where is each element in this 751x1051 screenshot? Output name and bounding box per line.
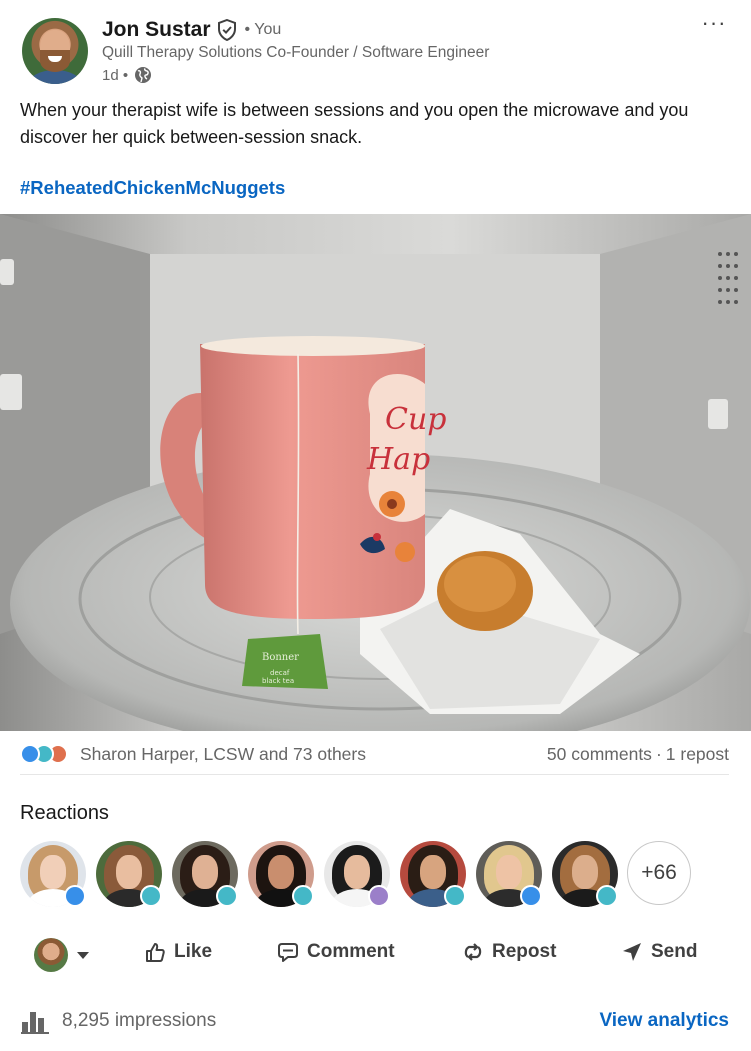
post-image[interactable]: Cup Hap Bonner decaf black tea [0,214,751,731]
repost-label: Repost [492,941,557,962]
reactor-avatar[interactable] [400,841,466,907]
more-options-button[interactable]: ··· [696,10,732,40]
analytics-bars-icon [21,1012,49,1034]
reactions-title: Reactions [20,802,109,824]
verified-shield-icon [217,19,236,41]
like-reaction-icon [20,744,40,764]
tea-line-1: decaf [270,669,290,677]
author-avatar[interactable] [22,18,88,84]
comment-button[interactable]: Comment [277,941,395,963]
reactor-avatar[interactable] [248,841,314,907]
reactors-summary[interactable]: Sharon Harper, LCSW and 73 others [80,744,366,765]
like-badge-icon [520,885,542,907]
send-button[interactable]: Send [621,941,697,963]
funny-badge-icon [596,885,618,907]
comment-icon [278,943,298,962]
like-label: Like [174,941,213,962]
reactor-avatar[interactable] [172,841,238,907]
post-meta: 1d • [102,64,152,86]
engagement-counts: 50 comments · 1 repost [547,744,729,765]
funny-badge-icon [292,885,314,907]
reactor-avatar[interactable] [324,841,390,907]
tea-line-2: black tea [262,677,294,685]
post-time: 1d • [102,66,129,84]
hashtag-link[interactable]: #ReheatedChickenMcNuggets [20,177,285,199]
reaction-icons[interactable] [20,744,76,764]
divider [20,774,729,775]
mug-text-1: Cup [385,402,446,437]
author-headline: Quill Therapy Solutions Co-Founder / Sof… [102,44,490,61]
globe-icon [135,67,152,83]
funny-badge-icon [216,885,238,907]
post-header: Jon Sustar • You Quill Therapy Solutions… [0,0,751,92]
impressions-count: 8,295 impressions [62,1010,217,1031]
reactor-avatar[interactable] [476,841,542,907]
repost-icon [464,943,482,961]
post-text: When your therapist wife is between sess… [20,100,689,147]
relation-label: • You [244,21,282,38]
like-badge-icon [64,885,86,907]
caret-down-icon [77,952,89,959]
comments-count[interactable]: 50 comments [547,744,652,765]
post-actions: Like Comment Repost Send [20,935,729,975]
send-icon [623,943,641,961]
counts-separator: · [655,743,662,764]
mug-text-2: Hap [366,442,430,477]
reactor-avatar[interactable] [96,841,162,907]
author-name[interactable]: Jon Sustar [102,18,211,42]
tea-brand: Bonner [262,652,299,663]
reactor-avatar[interactable] [552,841,618,907]
funny-badge-icon [140,885,162,907]
funny-badge-icon [444,885,466,907]
author-name-row: Jon Sustar • You [102,16,281,44]
reposts-count[interactable]: 1 repost [666,744,729,765]
comment-label: Comment [307,941,395,962]
actor-avatar [34,938,68,972]
love-badge-icon [368,885,390,907]
send-label: Send [651,941,698,962]
post-footer: 8,295 impressions View analytics [20,1005,729,1037]
like-button[interactable]: Like [144,941,212,963]
actor-switcher[interactable] [34,938,90,972]
more-reactors-button[interactable]: +66 [627,841,691,905]
view-analytics-link[interactable]: View analytics [599,1010,729,1032]
repost-button[interactable]: Repost [462,941,556,963]
social-counts: Sharon Harper, LCSW and 73 others 50 com… [20,739,729,769]
thumbs-up-icon [146,943,165,962]
reactor-avatar[interactable] [20,841,86,907]
